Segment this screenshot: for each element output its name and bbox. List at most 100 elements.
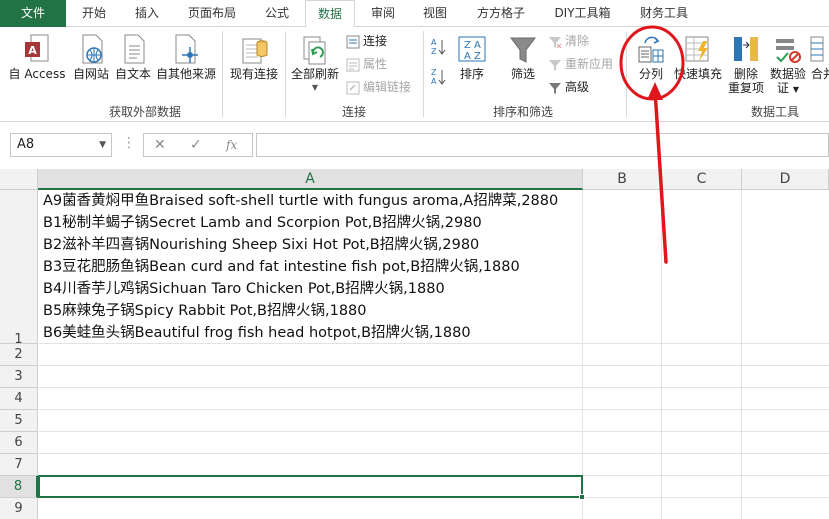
clear-filter-button[interactable]: 清除: [548, 31, 589, 51]
active-cell-a8[interactable]: [38, 475, 585, 500]
globe-page-icon: [82, 34, 103, 64]
enter-check-icon[interactable]: ✓: [190, 137, 202, 153]
tab-home[interactable]: 开始: [70, 0, 118, 27]
connections-button[interactable]: 连接: [346, 31, 387, 51]
column-header-a[interactable]: A: [38, 169, 583, 190]
insert-function-icon[interactable]: fx: [226, 138, 237, 152]
from-web-label: 自网站: [72, 67, 109, 81]
text-to-columns-button[interactable]: 分列: [632, 33, 670, 81]
advanced-filter-button[interactable]: 高级: [548, 77, 589, 97]
sort-icon: Z A A Z: [458, 36, 486, 62]
existing-connections-icon: [242, 38, 268, 64]
drag-handle-icon[interactable]: ⋮: [122, 136, 136, 150]
tab-finance-tools[interactable]: 财务工具: [628, 0, 700, 27]
tab-page-layout[interactable]: 页面布局: [177, 0, 247, 27]
remove-duplicates-button[interactable]: 删除 重复项: [724, 33, 768, 95]
select-all-corner[interactable]: [0, 169, 38, 190]
svg-text:A: A: [431, 38, 437, 47]
row-header-1[interactable]: 1: [0, 190, 38, 347]
reapply-label: 重新应用: [565, 57, 614, 71]
column-header-c[interactable]: C: [662, 169, 742, 190]
data-validation-icon: [776, 39, 801, 63]
row-header-4[interactable]: 4: [0, 388, 38, 410]
name-box[interactable]: A8 ▼: [10, 133, 112, 157]
properties-button[interactable]: 属性: [346, 54, 387, 74]
chevron-down-icon: ▼: [99, 140, 106, 150]
sort-button[interactable]: Z A A Z 排序: [452, 33, 492, 81]
from-text-button[interactable]: 自文本: [112, 33, 154, 81]
advanced-filter-icon: [549, 82, 561, 94]
properties-label: 属性: [363, 57, 388, 71]
table-row: [39, 410, 829, 432]
filter-button[interactable]: 筛选: [500, 33, 546, 81]
formula-input[interactable]: [256, 133, 829, 157]
tab-file[interactable]: 文件: [0, 0, 66, 27]
access-icon: A: [25, 34, 49, 62]
tab-formulas[interactable]: 公式: [252, 0, 302, 27]
ribbon-data: A 自 Access 自网站 自文本 自其他来源 现有连接 获取外部数据 全部刷…: [0, 27, 829, 122]
table-row: [39, 344, 829, 366]
text-to-columns-label: 分列: [638, 67, 663, 81]
edit-links-button[interactable]: 编辑链接: [346, 77, 411, 97]
sort-z-to-a-button[interactable]: Z A: [430, 67, 448, 87]
row-header-3[interactable]: 3: [0, 366, 38, 388]
table-row: [39, 388, 829, 410]
from-access-label: 自 Access: [8, 67, 66, 81]
name-box-value: A8: [17, 137, 35, 152]
advanced-label: 高级: [565, 80, 590, 94]
edit-links-label: 编辑链接: [363, 80, 412, 94]
tab-view[interactable]: 视图: [412, 0, 458, 27]
worksheet-grid: A B C D 1 A9菌香黄焖甲鱼Braised soft-shell tur…: [0, 169, 829, 519]
cell-a1-line: B1秘制羊蝎子锅Secret Lamb and Scorpion Pot,B招牌…: [43, 215, 482, 231]
from-web-button[interactable]: 自网站: [70, 33, 112, 81]
column-header-b[interactable]: B: [583, 169, 662, 190]
cell-a1-line: B3豆花肥肠鱼锅Bean curd and fat intestine fish…: [43, 259, 520, 275]
excel-window: 文件 开始 插入 页面布局 公式 数据 审阅 视图 方方格子 DIY工具箱 财务…: [0, 0, 829, 519]
refresh-all-label: 全部刷新: [290, 67, 339, 81]
connections-label: 连接: [363, 34, 388, 48]
tab-insert[interactable]: 插入: [122, 0, 172, 27]
sort-a-to-z-button[interactable]: A Z: [430, 37, 448, 57]
refresh-all-button[interactable]: 全部刷新 ▼: [289, 33, 341, 95]
consolidate-button[interactable]: 合并: [808, 33, 829, 81]
cell-a1[interactable]: A9菌香黄焖甲鱼Braised soft-shell turtle with f…: [39, 190, 582, 344]
flash-fill-icon: [685, 36, 709, 62]
existing-connections-button[interactable]: 现有连接: [226, 33, 282, 81]
reapply-button[interactable]: 重新应用: [548, 54, 613, 74]
consolidate-icon: [810, 36, 824, 62]
flash-fill-button[interactable]: 快速填充: [672, 33, 724, 81]
from-access-button[interactable]: A 自 Access: [2, 33, 72, 81]
svg-text:Z: Z: [474, 51, 481, 62]
refresh-all-icon: [303, 36, 326, 65]
table-row: [39, 498, 829, 519]
remove-duplicates-label-2: 重复项: [727, 81, 764, 95]
fill-handle[interactable]: [579, 494, 585, 500]
row-header-6[interactable]: 6: [0, 432, 38, 454]
group-connections: 连接: [341, 105, 366, 119]
ribbon-tab-bar: 文件 开始 插入 页面布局 公式 数据 审阅 视图 方方格子 DIY工具箱 财务…: [0, 0, 829, 28]
svg-text:A: A: [431, 77, 437, 86]
tab-review[interactable]: 审阅: [360, 0, 406, 27]
row-header-9[interactable]: 9: [0, 498, 38, 519]
connections-icon: [346, 35, 360, 48]
row-header-2[interactable]: 2: [0, 344, 38, 366]
row-header-7[interactable]: 7: [0, 454, 38, 476]
tab-diy-toolbox[interactable]: DIY工具箱: [545, 0, 620, 27]
data-validation-button[interactable]: 数据验 证 ▼: [768, 33, 808, 97]
flash-fill-label: 快速填充: [673, 67, 722, 81]
data-validation-label-1: 数据验: [769, 67, 806, 81]
svg-text:Z: Z: [431, 47, 437, 56]
row-header-5[interactable]: 5: [0, 410, 38, 432]
svg-text:A: A: [28, 44, 37, 57]
row-header-8[interactable]: 8: [0, 476, 38, 498]
reapply-icon: [549, 59, 561, 71]
tab-fangfang[interactable]: 方方格子: [465, 0, 537, 27]
consolidate-label: 合并: [810, 67, 829, 81]
formula-buttons: ✕ ✓ fx: [143, 133, 253, 157]
from-other-sources-label: 自其他来源: [155, 67, 216, 81]
cancel-icon[interactable]: ✕: [154, 137, 166, 153]
chevron-down-icon: ▼: [311, 83, 319, 92]
from-other-sources-button[interactable]: 自其他来源: [154, 33, 218, 81]
tab-data[interactable]: 数据: [305, 0, 355, 28]
column-header-d[interactable]: D: [742, 169, 829, 190]
